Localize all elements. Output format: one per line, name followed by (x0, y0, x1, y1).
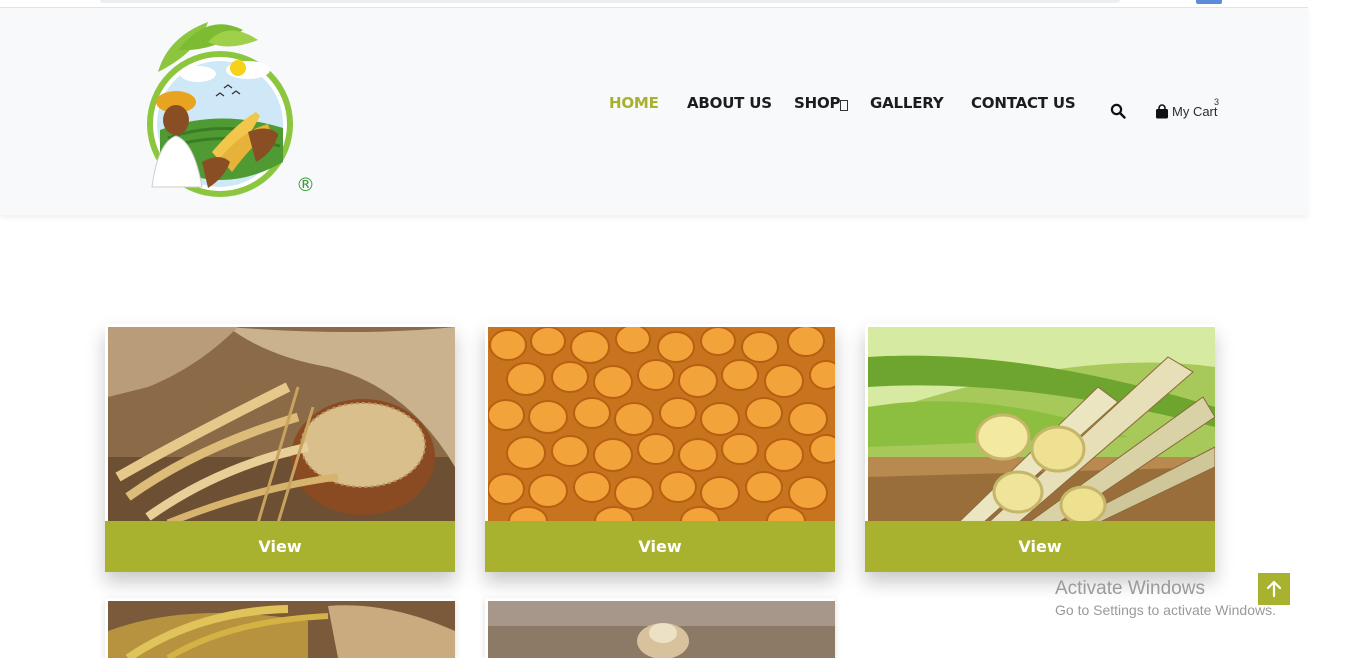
corn-image[interactable] (488, 327, 835, 523)
nav-contact-us[interactable]: CONTACT US (971, 94, 1076, 112)
browser-top-strip (0, 0, 1308, 8)
shopping-bag-icon (1156, 103, 1168, 118)
view-button[interactable]: View (865, 521, 1215, 572)
rice-image[interactable] (108, 601, 455, 658)
nav-gallery[interactable]: GALLERY (870, 94, 944, 112)
brand-logo[interactable] (128, 12, 318, 202)
product-card: View (485, 324, 835, 572)
top-bar-edge (100, 0, 1120, 3)
product-card: View (105, 324, 455, 572)
product-card (485, 598, 835, 658)
sugarcane-image[interactable] (868, 327, 1215, 523)
view-button[interactable]: View (105, 521, 455, 572)
watermark-title: Activate Windows (1055, 578, 1205, 599)
shop-dropdown-icon[interactable] (840, 100, 848, 111)
scroll-to-top-button[interactable] (1258, 573, 1290, 605)
grain-image[interactable] (488, 601, 835, 658)
activate-windows-watermark: Activate Windows Go to Settings to activ… (1055, 578, 1276, 618)
view-button[interactable]: View (485, 521, 835, 572)
wheat-image[interactable] (108, 327, 455, 523)
product-card: View (865, 324, 1215, 572)
nav-shop[interactable]: SHOP (794, 94, 841, 112)
search-icon[interactable] (1110, 103, 1126, 119)
top-badge (1196, 0, 1222, 4)
nav-home[interactable]: HOME (609, 94, 659, 112)
watermark-subtitle: Go to Settings to activate Windows. (1055, 602, 1276, 618)
product-card (105, 598, 455, 658)
cart-link[interactable]: My Cart (1155, 102, 1218, 120)
registered-mark: ® (296, 174, 315, 196)
cart-label: My Cart (1172, 103, 1218, 119)
arrow-up-icon (1266, 580, 1282, 598)
cart-count-badge: 3 (1214, 97, 1220, 107)
nav-about-us[interactable]: ABOUT US (687, 94, 772, 112)
